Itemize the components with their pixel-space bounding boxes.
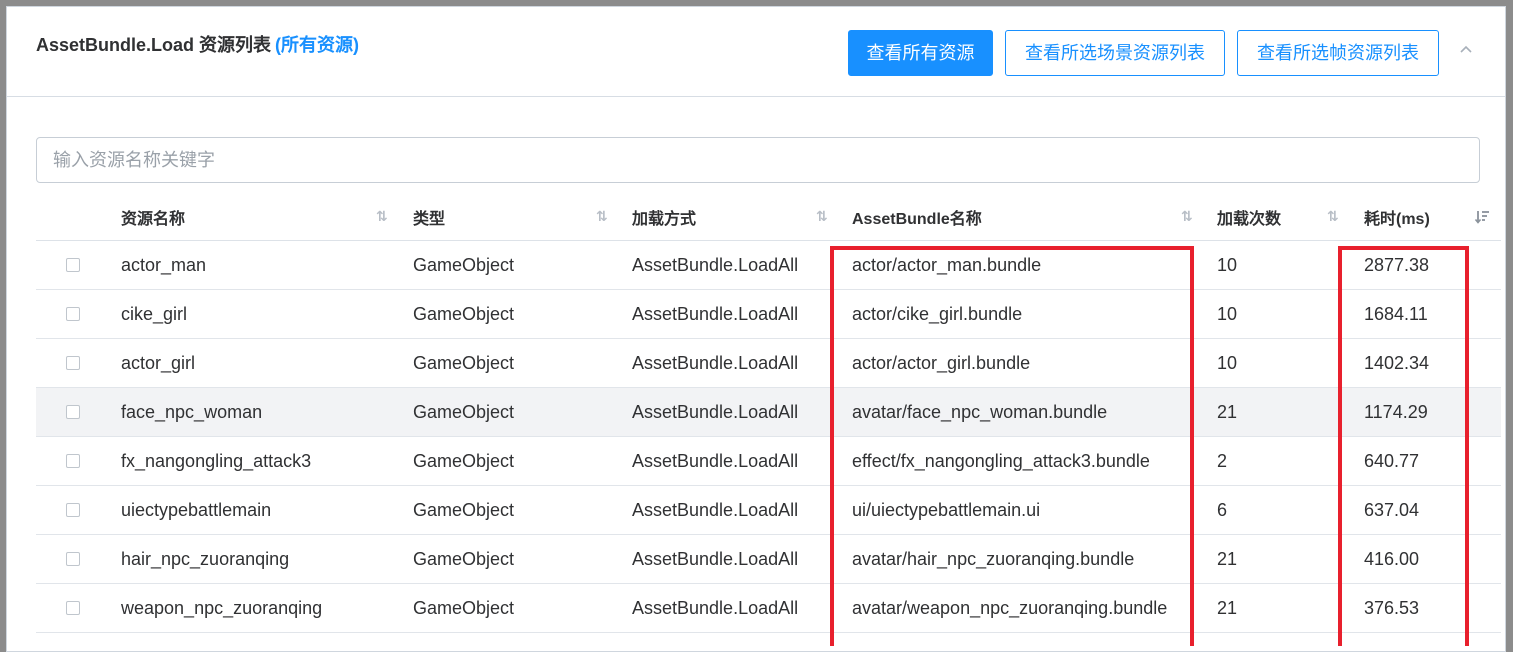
column-header-mode[interactable]: 加载方式 [632,193,696,240]
row-checkbox[interactable] [66,258,80,272]
chevron-up-icon[interactable] [1456,40,1476,60]
cell-type: GameObject [413,254,515,275]
cell-type: GameObject [413,548,515,569]
table-row[interactable]: hair_npc_zuoranqing GameObject AssetBund… [36,535,1501,584]
cell-mode: AssetBundle.LoadAll [632,450,799,471]
cell-name: actor_girl [121,352,196,373]
cell-mode: AssetBundle.LoadAll [632,254,799,275]
column-header-bundle[interactable]: AssetBundle名称 [852,193,982,240]
cell-mode: AssetBundle.LoadAll [632,597,799,618]
view-scene-resources-button[interactable]: 查看所选场景资源列表 [1005,30,1225,76]
panel-header: AssetBundle.Load 资源列表 (所有资源) 查看所有资源 查看所选场… [7,7,1505,97]
row-checkbox[interactable] [66,503,80,517]
sort-desc-icon[interactable] [1474,193,1490,240]
cell-count: 10 [1217,352,1238,373]
cell-name: actor_man [121,254,207,275]
cell-type: GameObject [413,352,515,373]
cell-type: GameObject [413,450,515,471]
cell-count: 21 [1217,401,1238,422]
view-all-resources-button[interactable]: 查看所有资源 [848,30,993,76]
cell-name: cike_girl [121,303,188,324]
column-header-type[interactable]: 类型 [413,193,445,240]
cell-name: uiectypebattlemain [121,499,272,520]
cell-count: 10 [1217,254,1238,275]
sort-icon[interactable]: ⇅ [376,193,388,240]
table-row-hovered[interactable]: face_npc_woman GameObject AssetBundle.Lo… [36,388,1501,437]
table-row[interactable]: actor_girl GameObject AssetBundle.LoadAl… [36,339,1501,388]
row-checkbox[interactable] [66,454,80,468]
table-row[interactable]: actor_man GameObject AssetBundle.LoadAll… [36,241,1501,290]
cell-type: GameObject [413,597,515,618]
highlight-box-time-column [1338,246,1469,646]
cell-name: fx_nangongling_attack3 [121,450,312,471]
sort-icon[interactable]: ⇅ [1181,193,1193,240]
cell-count: 6 [1217,499,1228,520]
title-text: AssetBundle.Load 资源列表 [36,35,272,55]
row-checkbox[interactable] [66,356,80,370]
table-row[interactable]: weapon_npc_zuoranqing GameObject AssetBu… [36,584,1501,633]
cell-type: GameObject [413,499,515,520]
page-title: AssetBundle.Load 资源列表 (所有资源) [36,31,359,57]
cell-count: 21 [1217,548,1238,569]
asset-load-panel: AssetBundle.Load 资源列表 (所有资源) 查看所有资源 查看所选场… [6,6,1506,652]
resource-search-input[interactable] [36,137,1480,183]
cell-mode: AssetBundle.LoadAll [632,499,799,520]
sort-icon[interactable]: ⇅ [816,193,828,240]
cell-count: 2 [1217,450,1228,471]
title-filter-tag: (所有资源) [275,35,360,55]
cell-count: 21 [1217,597,1238,618]
row-checkbox[interactable] [66,552,80,566]
table-row[interactable]: cike_girl GameObject AssetBundle.LoadAll… [36,290,1501,339]
column-header-count[interactable]: 加载次数 [1217,193,1281,240]
cell-name: hair_npc_zuoranqing [121,548,290,569]
resource-table: 资源名称 ⇅ 类型 ⇅ 加载方式 ⇅ AssetBundle名称 ⇅ 加载次数 … [36,193,1501,633]
cell-type: GameObject [413,401,515,422]
highlight-box-bundle-column [830,246,1194,646]
view-frame-resources-button[interactable]: 查看所选帧资源列表 [1237,30,1439,76]
cell-mode: AssetBundle.LoadAll [632,352,799,373]
row-checkbox[interactable] [66,601,80,615]
table-row[interactable]: fx_nangongling_attack3 GameObject AssetB… [36,437,1501,486]
sort-icon[interactable]: ⇅ [596,193,608,240]
column-header-time[interactable]: 耗时(ms) [1364,193,1430,240]
table-header-row: 资源名称 ⇅ 类型 ⇅ 加载方式 ⇅ AssetBundle名称 ⇅ 加载次数 … [36,193,1501,241]
table-row[interactable]: uiectypebattlemain GameObject AssetBundl… [36,486,1501,535]
row-checkbox[interactable] [66,405,80,419]
cell-mode: AssetBundle.LoadAll [632,548,799,569]
cell-type: GameObject [413,303,515,324]
cell-mode: AssetBundle.LoadAll [632,303,799,324]
cell-name: weapon_npc_zuoranqing [121,597,323,618]
cell-mode: AssetBundle.LoadAll [632,401,799,422]
column-header-name[interactable]: 资源名称 [121,193,185,240]
cell-name: face_npc_woman [121,401,263,422]
sort-icon[interactable]: ⇅ [1327,193,1339,240]
row-checkbox[interactable] [66,307,80,321]
cell-count: 10 [1217,303,1238,324]
